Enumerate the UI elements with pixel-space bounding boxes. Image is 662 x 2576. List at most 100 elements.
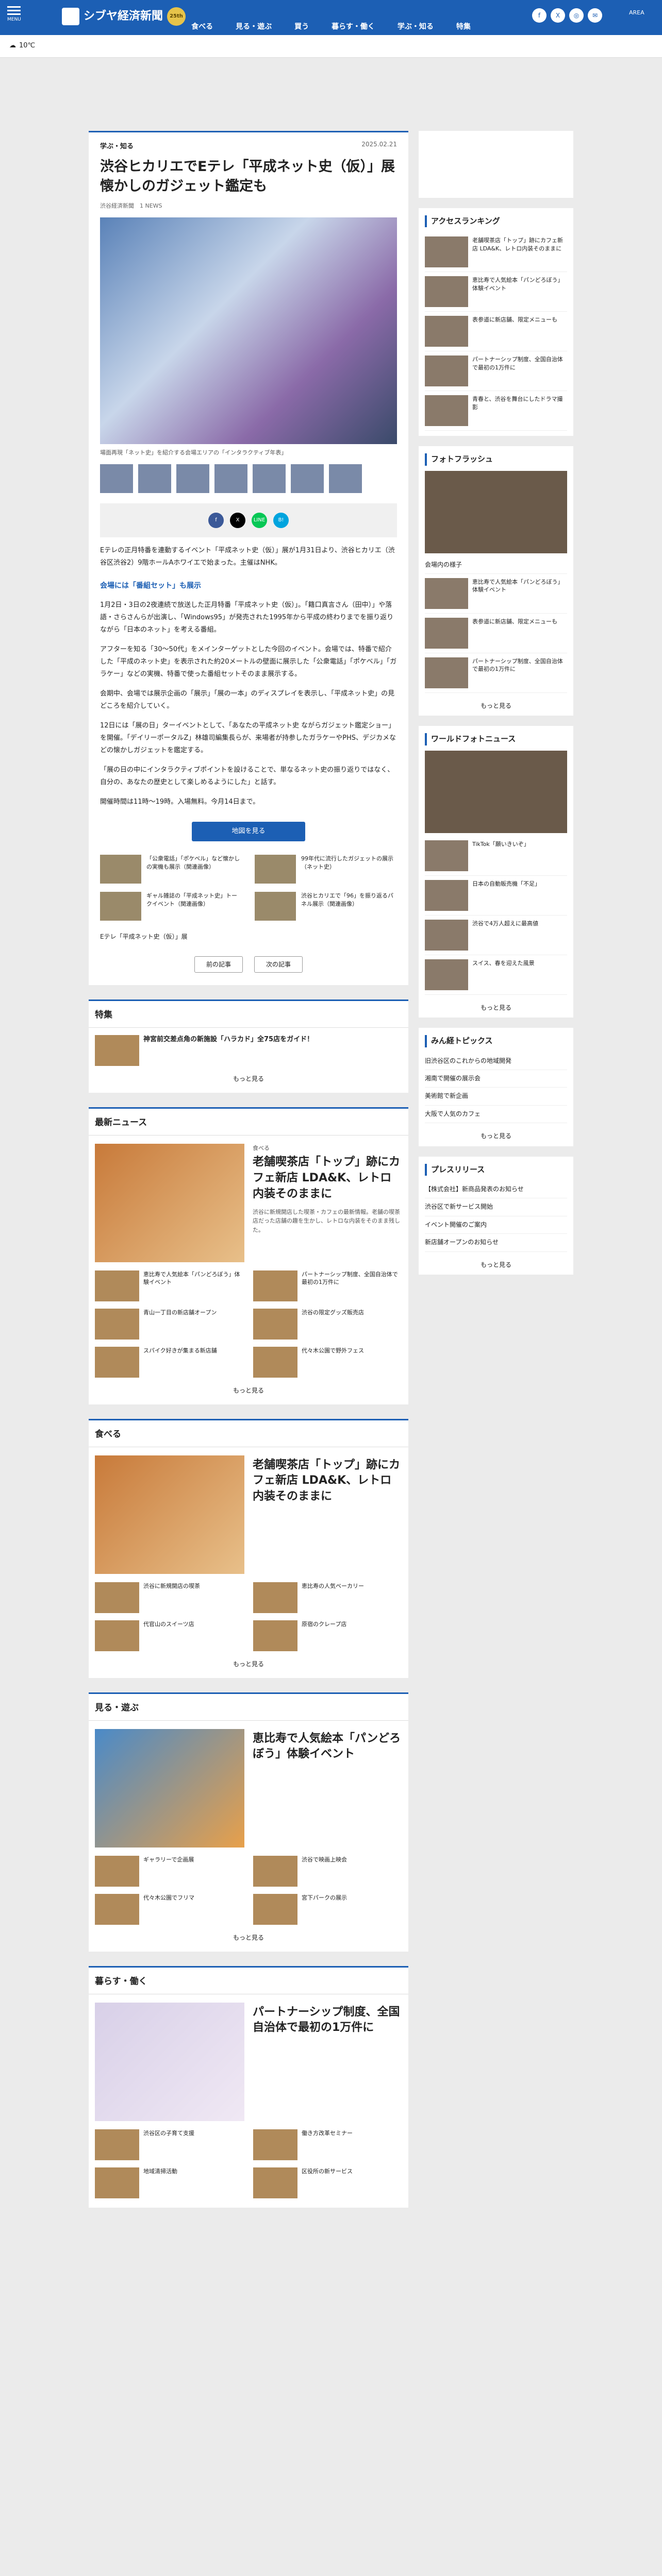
box-title: フォトフラッシュ (425, 453, 567, 466)
news-item[interactable]: 代官山のスイーツ店 (95, 1620, 244, 1651)
news-item[interactable]: 代々木公園でフリマ (95, 1893, 244, 1925)
nav-live[interactable]: 暮らす・働く (332, 19, 375, 35)
nav-eat[interactable]: 食べる (191, 19, 213, 35)
press-item[interactable]: イベント開催のご案内 (425, 1216, 567, 1234)
world-item[interactable]: 日本の自動販売機「不足」 (425, 876, 567, 916)
nav-play[interactable]: 見る・遊ぶ (236, 19, 272, 35)
box-title: アクセスランキング (425, 215, 567, 228)
thumbnail[interactable] (100, 464, 133, 493)
news-item[interactable]: 恵比寿の人気ベーカリー (253, 1582, 402, 1613)
related-item[interactable]: 「公衆電話」「ポケベル」など懐かしの実機も展示（関連画像） (100, 855, 242, 884)
news-item[interactable]: 渋谷に新規開店の喫茶 (95, 1582, 244, 1613)
section-title: 食べる (89, 1420, 408, 1447)
box-title: みん経トピックス (425, 1035, 567, 1047)
world-photo-image[interactable] (425, 750, 567, 833)
article-paragraph: 「展の日の中にインタラクティブポイントを設けることで、単なるネット史の振り返りで… (100, 766, 394, 787)
main-photo[interactable] (100, 217, 397, 444)
world-item[interactable]: 渋谷で4万人超えに最高値 (425, 916, 567, 955)
news-item[interactable]: 代々木公園で野外フェス (253, 1346, 402, 1378)
more-link[interactable]: もっと見る (89, 1074, 408, 1084)
news-item[interactable]: 渋谷区の子育て支援 (95, 2129, 244, 2160)
section-title: 見る・遊ぶ (89, 1694, 408, 1721)
thumbnail[interactable] (253, 464, 286, 493)
related-item[interactable]: 渋谷ヒカリエで「96」を振り返るパネル展示（関連画像） (255, 892, 397, 921)
prev-article-button[interactable]: 前の記事 (194, 956, 243, 973)
ranking-item[interactable]: 表参道に新店舗、限定メニューも (425, 312, 567, 352)
share-x-icon[interactable]: X (230, 512, 245, 528)
more-link[interactable]: もっと見る (89, 1659, 408, 1669)
press-item[interactable]: 渋谷区で新サービス開始 (425, 1198, 567, 1216)
press-item[interactable]: 新店舗オープンのお知らせ (425, 1234, 567, 1252)
topic-item[interactable]: 大阪で人気のカフェ (425, 1106, 567, 1124)
news-item[interactable]: 渋谷で映画上映会 (253, 1855, 402, 1887)
photo-flash-image[interactable] (425, 470, 567, 553)
thumbnail[interactable] (291, 464, 324, 493)
nav-buy[interactable]: 買う (294, 19, 309, 35)
topic-item[interactable]: 湘南で開催の展示会 (425, 1070, 567, 1088)
nav-feature[interactable]: 特集 (456, 19, 471, 35)
news-item[interactable]: 青山一丁目の新店舗オープン (95, 1308, 244, 1340)
more-link[interactable]: もっと見る (89, 1933, 408, 1943)
photo-item[interactable]: パートナーシップ制度、全国自治体で最初の1万件に (425, 653, 567, 693)
news-item[interactable]: 原宿のクレープ店 (253, 1620, 402, 1651)
more-link[interactable]: もっと見る (425, 1003, 567, 1013)
weather-temp: 10℃ (19, 42, 36, 50)
sidebar: アクセスランキング 老舗喫茶店「トップ」跡にカフェ新店 LDA&K、レトロ内装そ… (419, 131, 573, 1285)
photo-item[interactable]: 表参道に新店舗、限定メニューも (425, 614, 567, 653)
topic-item[interactable]: 美術館で新企画 (425, 1088, 567, 1106)
news-item[interactable]: 恵比寿で人気絵本「パンどろぼう」体験イベント (95, 1270, 244, 1301)
share-facebook-icon[interactable]: f (208, 512, 224, 528)
feature-item[interactable]: 神宮前交差点角の新施設「ハラカド」全75店をガイド！ (95, 1035, 384, 1066)
ranking-item[interactable]: 青春と、渋谷を舞台にしたドラマ撮影 (425, 391, 567, 431)
world-item[interactable]: TikTok「願いきいぞ」 (425, 836, 567, 876)
press-item[interactable]: 【株式会社】新商品発表のお知らせ (425, 1181, 567, 1199)
share-hatena-icon[interactable]: B! (273, 512, 289, 528)
thumbnail[interactable] (214, 464, 247, 493)
related-item[interactable]: 99年代に流行したガジェットの展示（ネット史） (255, 855, 397, 884)
next-article-button[interactable]: 次の記事 (254, 956, 303, 973)
more-link[interactable]: もっと見る (425, 1131, 567, 1141)
article-tag[interactable]: Eテレ「平成ネット史（仮）」展 (100, 932, 397, 942)
sidebar-banner[interactable] (419, 131, 573, 198)
more-link[interactable]: もっと見る (89, 1386, 408, 1396)
news-item[interactable]: 地域清掃活動 (95, 2167, 244, 2198)
related-item[interactable]: ギャル雑誌の「平成ネット史」トークイベント（関連画像） (100, 892, 242, 921)
photo-item[interactable]: 恵比寿で人気絵本「パンどろぼう」体験イベント (425, 574, 567, 614)
thumbnail[interactable] (176, 464, 209, 493)
topic-item[interactable]: 旧渋谷区のこれからの地域開発 (425, 1053, 567, 1070)
article-category[interactable]: 学ぶ・知る (100, 132, 397, 152)
ranking-item[interactable]: 老舗喫茶店「トップ」跡にカフェ新店 LDA&K、レトロ内装そのままに (425, 232, 567, 273)
world-item[interactable]: スイス、春を迎えた風景 (425, 955, 567, 995)
news-item[interactable]: ギャラリーで企画展 (95, 1855, 244, 1887)
news-item[interactable]: 働き方改革セミナー (253, 2129, 402, 2160)
article-paragraph: 12日には「展の日」ターイベントとして、「あなたの平成ネット史 ながらガジェット… (100, 721, 396, 755)
nav-learn[interactable]: 学ぶ・知る (398, 19, 434, 35)
lead-article[interactable]: 恵比寿で人気絵本「パンどろぼう」体験イベント (89, 1721, 408, 1856)
area-button[interactable]: AREA (629, 9, 644, 16)
share-line-icon[interactable]: LINE (252, 512, 267, 528)
map-button[interactable]: 地図を見る (192, 822, 305, 842)
news-item[interactable]: 宮下パークの展示 (253, 1893, 402, 1925)
box-title: プレスリリース (425, 1163, 567, 1176)
ranking-item[interactable]: パートナーシップ制度、全国自治体で最初の1万件に (425, 351, 567, 392)
world-photo-box: ワールドフォトニュース TikTok「願いきいぞ」 日本の自動販売機「不足」 渋… (419, 726, 573, 1018)
thumbnail[interactable] (138, 464, 171, 493)
latest-section: 最新ニュース 食べる 老舗喫茶店「トップ」跡にカフェ新店 LDA&K、レトロ内装そ… (89, 1107, 408, 1405)
lead-article[interactable]: 老舗喫茶店「トップ」跡にカフェ新店 LDA&K、レトロ内装そのままに (89, 1447, 408, 1582)
thumbnail[interactable] (329, 464, 362, 493)
section-title: 最新ニュース (89, 1109, 408, 1136)
ranking-box: アクセスランキング 老舗喫茶店「トップ」跡にカフェ新店 LDA&K、レトロ内装そ… (419, 208, 573, 436)
news-item[interactable]: スパイク好きが集まる新店舗 (95, 1346, 244, 1378)
news-item[interactable]: 区役所の新サービス (253, 2167, 402, 2198)
lead-article[interactable]: 食べる 老舗喫茶店「トップ」跡にカフェ新店 LDA&K、レトロ内装そのままに 渋谷に… (89, 1136, 408, 1270)
news-item[interactable]: 渋谷の限定グッズ販売店 (253, 1308, 402, 1340)
ranking-item[interactable]: 恵比寿で人気絵本「パンどろぼう」体験イベント (425, 272, 567, 312)
photo-caption: 場面再現「ネット史」を紹介する会場エリアの「インタラクティブ年表」 (100, 449, 287, 456)
more-link[interactable]: もっと見る (425, 701, 567, 711)
play-section: 見る・遊ぶ 恵比寿で人気絵本「パンどろぼう」体験イベント ギャラリーで企画展 渋… (89, 1692, 408, 1952)
photo-caption: 会場内の様子 (425, 556, 567, 574)
more-link[interactable]: もっと見る (425, 1260, 567, 1270)
news-item[interactable]: パートナーシップ制度、全国自治体で最初の1万件に (253, 1270, 402, 1301)
feature-section: 特集 神宮前交差点角の新施設「ハラカド」全75店をガイド！ もっと見る (89, 999, 408, 1093)
lead-article[interactable]: パートナーシップ制度、全国自治体で最初の1万件に (89, 1994, 408, 2129)
